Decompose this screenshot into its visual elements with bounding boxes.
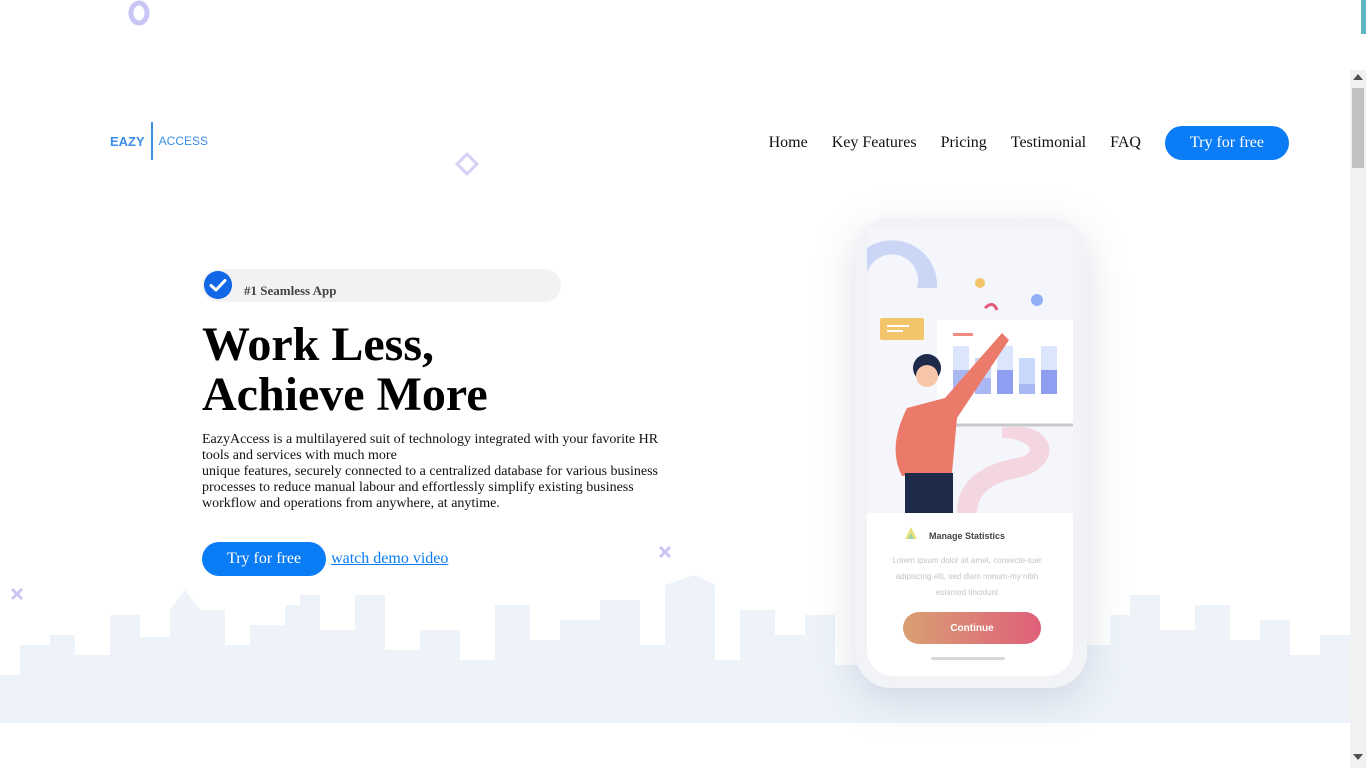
logo-part2: ACCESS <box>158 134 209 148</box>
header-try-free-button[interactable]: Try for free <box>1164 126 1289 160</box>
hero-title: Work Less, Achieve More <box>202 320 488 420</box>
card-title: Manage Statistics <box>929 531 1006 541</box>
nav-item-testimonial[interactable]: Testimonial <box>1011 134 1086 152</box>
scrollbar-thumb[interactable] <box>1352 88 1364 168</box>
scroll-up-arrow-icon[interactable] <box>1353 74 1363 80</box>
badge-text: #1 Seamless App <box>244 283 337 298</box>
hero-title-line1: Work Less, <box>202 318 435 371</box>
phone-illustration <box>867 228 1073 513</box>
city-skyline-illustration <box>0 575 1350 723</box>
brand-logo[interactable]: EAZY ACCESS <box>110 122 208 160</box>
page-scrollbar[interactable] <box>1350 70 1366 768</box>
logo-separator <box>150 122 153 160</box>
chart-icon <box>905 527 917 539</box>
card-body: Lorem ipsum dolor sit amet, consecte-tue… <box>892 556 1042 597</box>
watch-demo-link[interactable]: watch demo video <box>331 550 448 568</box>
decor-cross-icon <box>658 545 672 559</box>
main-nav: Home Key Features Pricing Testimonial FA… <box>769 126 1289 160</box>
hero-desc-line1: EazyAccess is a multilayered suit of tec… <box>202 432 659 463</box>
hero-cta-row: Try for free watch demo video <box>202 542 448 576</box>
nav-item-faq[interactable]: FAQ <box>1110 134 1141 152</box>
decor-ring-icon <box>128 0 150 26</box>
check-circle-icon <box>204 271 232 299</box>
decor-diamond-icon <box>454 151 480 177</box>
hero-description: EazyAccess is a multilayered suit of tec… <box>202 432 672 512</box>
nav-item-pricing[interactable]: Pricing <box>941 134 987 152</box>
hero-desc-line2: unique features, securely connected to a… <box>202 464 658 511</box>
logo-part1: EAZY <box>110 133 145 149</box>
nav-item-home[interactable]: Home <box>769 134 808 152</box>
home-indicator <box>931 657 1005 660</box>
continue-button[interactable]: Continue <box>903 612 1041 644</box>
hero-title-line2: Achieve More <box>202 368 488 421</box>
hero-try-free-button[interactable]: Try for free <box>202 542 327 576</box>
corner-accent <box>1361 0 1366 34</box>
nav-item-key-features[interactable]: Key Features <box>832 134 917 152</box>
scroll-down-arrow-icon[interactable] <box>1353 754 1363 760</box>
